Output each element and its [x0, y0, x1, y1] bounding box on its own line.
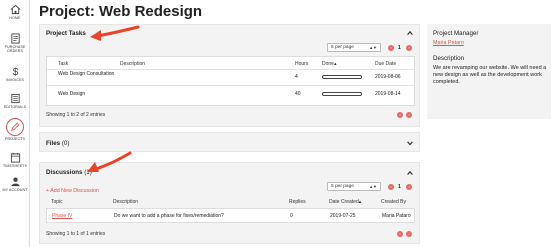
page-number: 1 — [398, 184, 401, 190]
caret-icon: ▲▼ — [369, 184, 377, 189]
sidebar-item-label: EDITORIALS — [3, 105, 27, 109]
editorial-icon — [10, 93, 20, 104]
home-icon — [10, 4, 20, 15]
files-panel[interactable]: Files (0) — [39, 132, 420, 152]
projects-active-ring — [6, 118, 24, 136]
chevron-down-icon[interactable] — [406, 139, 414, 147]
task-name: Web Design — [58, 91, 86, 97]
sidebar-item-invoices[interactable]: $ INVOICES — [0, 66, 30, 82]
sidebar-item-my-account[interactable]: MY ACCOUNT — [0, 176, 30, 192]
per-page-select[interactable]: 5 per page ▲▼ — [327, 43, 381, 52]
sidebar-item-label: PURCHASE ORDERS — [4, 45, 26, 53]
discussion-topic-link[interactable]: Phase IV — [52, 213, 72, 219]
sort-indicator-icon: ▴ — [333, 61, 337, 67]
column-header[interactable]: Task — [58, 61, 68, 67]
annotation-arrow-icon — [90, 25, 140, 41]
panel-title: Project Tasks — [46, 30, 86, 37]
prev-page-button[interactable]: ‹ — [397, 112, 403, 118]
manager-name-link[interactable]: Maria Pataro — [433, 40, 464, 46]
column-header[interactable]: Description — [113, 199, 138, 205]
chevron-up-icon[interactable] — [406, 169, 414, 177]
progress-bar — [322, 75, 362, 79]
discussion-date: 2019-07-25 — [330, 213, 356, 219]
sidebar-item-label: INVOICES — [6, 78, 24, 82]
project-description: We are revamping our website. We will ne… — [433, 65, 547, 86]
caret-icon: ▲▼ — [369, 45, 377, 50]
next-page-button[interactable]: › — [406, 45, 412, 51]
per-page-value: 5 per page — [331, 184, 354, 189]
task-hours: 4 — [295, 74, 298, 80]
column-header[interactable]: Hours — [295, 61, 308, 67]
per-page-select[interactable]: 5 per page ▲▼ — [327, 182, 381, 191]
page-number: 1 — [398, 45, 401, 51]
prev-page-button[interactable]: ‹ — [397, 231, 403, 237]
files-count: (0) — [61, 140, 70, 147]
svg-text:$: $ — [12, 67, 18, 77]
sort-indicator-icon: ▴ — [358, 199, 362, 205]
tasks-table: Task Description Hours Done▴ Due Date We… — [46, 56, 415, 106]
next-page-button[interactable]: › — [406, 184, 412, 190]
progress-bar — [322, 92, 362, 96]
sidebar-item-timesheets[interactable]: TIMESHEETS — [0, 152, 30, 168]
column-header[interactable]: Created By — [381, 199, 406, 205]
next-page-button[interactable]: › — [406, 231, 412, 237]
divider — [47, 85, 414, 86]
manager-heading: Project Manager — [433, 30, 479, 37]
pencil-icon — [11, 122, 20, 131]
sidebar-item-label: MY ACCOUNT — [2, 188, 28, 192]
sidebar-item-editorials[interactable]: EDITORIALS — [0, 93, 30, 109]
sidebar-item-projects[interactable]: PROJECTS — [0, 118, 30, 141]
description-heading: Description — [433, 55, 464, 62]
user-icon — [10, 177, 20, 187]
project-info-panel: Project Manager Maria Pataro Description… — [427, 24, 551, 119]
files-title: Files — [46, 140, 61, 147]
sidebar-item-label: PROJECTS — [5, 137, 25, 141]
chevron-up-icon[interactable] — [406, 29, 414, 37]
page-title: Project: Web Redesign — [39, 3, 203, 20]
document-icon — [10, 33, 20, 44]
sidebar-item-label: HOME — [9, 16, 21, 20]
column-header-label: Date Created — [329, 199, 359, 205]
divider — [47, 69, 414, 70]
column-header[interactable]: Replies — [289, 199, 306, 205]
task-name: Web Design Consultation — [58, 71, 115, 77]
column-header[interactable]: Description — [120, 61, 145, 67]
annotation-arrow-icon — [87, 151, 132, 172]
task-due-date: 2019-08-14 — [375, 91, 401, 97]
sidebar-item-home[interactable]: HOME — [0, 4, 30, 20]
column-header-label: Done — [322, 61, 334, 67]
showing-entries: Showing 1 to 2 of 2 entries — [46, 112, 106, 118]
per-page-value: 5 per page — [331, 45, 354, 50]
task-hours: 40 — [295, 91, 301, 97]
prev-page-button[interactable]: ‹ — [388, 184, 394, 190]
panel-title: Files (0) — [46, 140, 69, 147]
discussion-replies: 0 — [290, 213, 293, 219]
sidebar-item-label: TIMESHEETS — [3, 164, 27, 168]
column-header[interactable]: Due Date — [375, 61, 396, 67]
sidebar-item-purchase-orders[interactable]: PURCHASE ORDERS — [0, 33, 30, 53]
add-discussion-link[interactable]: + Add New Discussion — [46, 188, 99, 194]
calendar-icon — [10, 152, 20, 163]
discussions-title: Discussions — [46, 169, 83, 176]
discussions-table: Phase IV Do we want to add a phase for f… — [46, 208, 415, 223]
next-page-button[interactable]: › — [406, 112, 412, 118]
sidebar: HOME PURCHASE ORDERS $ INVOICES EDITORIA… — [0, 0, 30, 247]
column-header[interactable]: Topic — [51, 199, 63, 205]
task-due-date: 2019-08-06 — [375, 74, 401, 80]
discussion-created-by: Maria Pataro — [382, 213, 411, 219]
dollar-icon: $ — [12, 67, 18, 77]
showing-entries: Showing 1 to 1 of 1 entries — [46, 231, 106, 237]
column-header-done[interactable]: Done▴ — [322, 61, 336, 67]
column-header-date-created[interactable]: Date Created▴ — [329, 199, 361, 205]
discussion-description: Do we want to add a phase for fixes/reme… — [114, 213, 224, 219]
prev-page-button[interactable]: ‹ — [388, 45, 394, 51]
